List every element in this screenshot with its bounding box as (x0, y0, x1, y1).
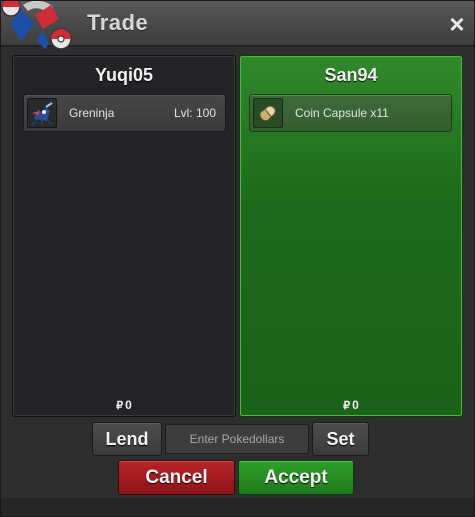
item-name: Greninja (69, 106, 115, 120)
my-money-offer: ₽0 (13, 398, 235, 412)
my-offer-panel: Yuqi05 Greninja Lvl: 100 ₽0 (12, 55, 236, 417)
partner-player-name: San94 (324, 65, 378, 85)
my-money-value: 0 (125, 398, 132, 412)
partner-money-offer: ₽0 (240, 398, 462, 412)
close-icon[interactable]: × (444, 11, 470, 37)
partner-item-slot[interactable]: Coin Capsule x11 (249, 94, 452, 132)
item-name: Coin Capsule x11 (295, 106, 389, 120)
item-level: Lvl: 100 (173, 106, 216, 120)
partner-offer-panel: San94 Coin Capsule x11 ₽0 (239, 55, 463, 417)
trade-window: Trade × Yuqi05 Greninja Lvl: 100 ₽ 0 San… (0, 0, 475, 517)
coin-capsule-icon (253, 98, 283, 128)
pokedollar-icon: ₽ (116, 400, 124, 412)
greninja-sprite-icon (27, 98, 57, 128)
window-title: Trade (87, 10, 149, 35)
my-player-name: Yuqi05 (94, 65, 154, 85)
bottom-bar (1, 498, 474, 516)
set-button[interactable]: Set (312, 422, 369, 456)
trade-logo-icon (1, 1, 72, 50)
pokedollar-icon: ₽ (343, 400, 351, 412)
offered-item-slot[interactable]: Greninja Lvl: 100 (23, 94, 226, 132)
cancel-button[interactable]: Cancel (118, 460, 235, 495)
lend-button[interactable]: Lend (92, 422, 162, 456)
partner-money-value: 0 (352, 398, 359, 412)
pokedollar-input[interactable] (165, 424, 309, 454)
accept-button[interactable]: Accept (238, 460, 354, 495)
